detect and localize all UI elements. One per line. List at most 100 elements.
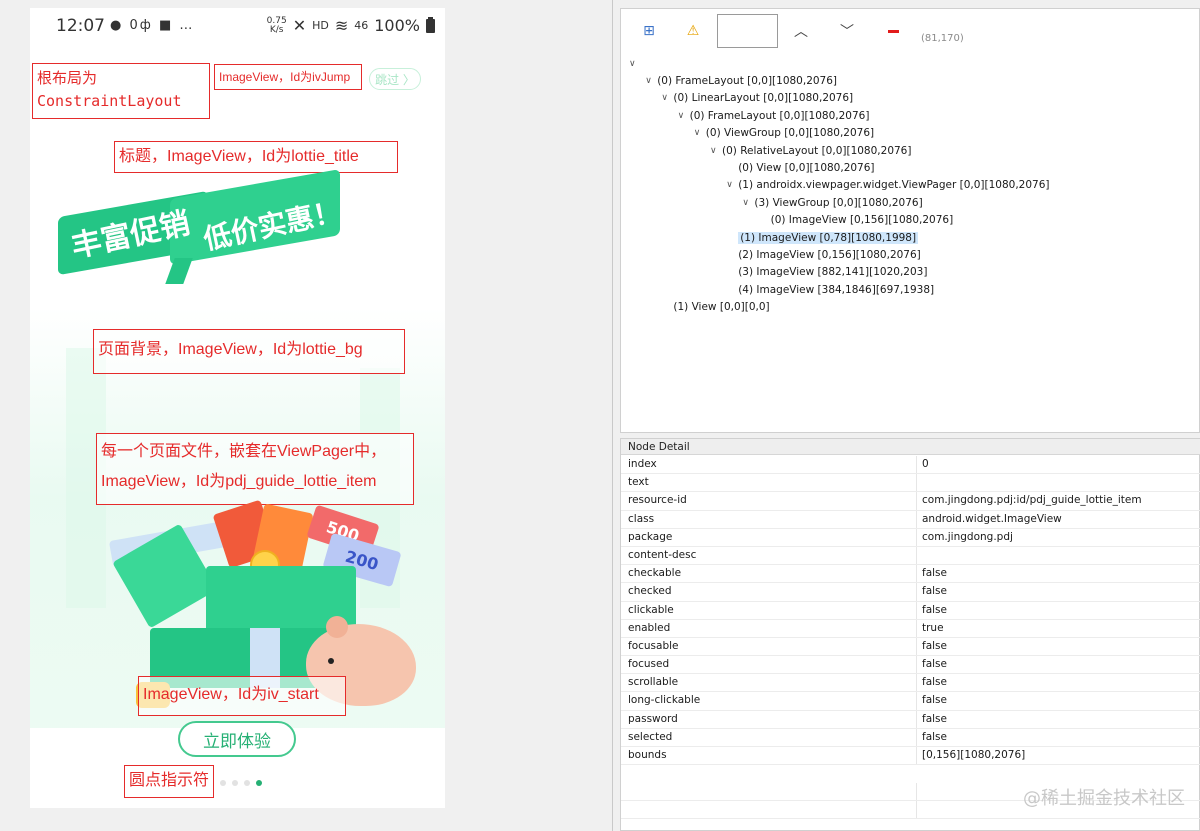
watermark: @稀土掘金技术社区 <box>1023 788 1185 809</box>
screenshot-icon[interactable]: ⊞ <box>637 19 661 43</box>
detail-key: enabled <box>628 621 671 634</box>
column-divider <box>916 528 917 546</box>
warning-icon[interactable]: ⚠ <box>681 19 705 43</box>
tree-node[interactable]: ∨ (0) RelativeLayout [0,0][1080,2076] <box>710 142 911 159</box>
tree-node[interactable]: (1) View [0,0][0,0] <box>661 299 769 316</box>
detail-row-text[interactable]: text <box>621 474 1200 493</box>
chevron-down-icon[interactable]: ∨ <box>678 111 690 121</box>
detail-row-focusable[interactable]: focusable false <box>621 637 1200 657</box>
node-detail-header: Node Detail <box>621 439 1200 455</box>
column-divider <box>916 656 917 674</box>
tree-node[interactable]: (2) ImageView [0,156][1080,2076] <box>726 246 921 263</box>
annotation-item-line2: ImageView，Id为pdj_guide_lottie_item <box>101 473 377 490</box>
column-divider <box>916 728 917 746</box>
detail-key: resource-id <box>628 494 687 507</box>
detail-row-bounds[interactable]: bounds [0,156][1080,2076] <box>621 747 1200 766</box>
column-divider <box>916 583 917 601</box>
tree-node-label: (0) ViewGroup [0,0][1080,2076] <box>705 127 875 140</box>
tree-node-label: (0) LinearLayout [0,0][1080,2076] <box>673 92 854 105</box>
annotation-root-line2: ConstraintLayout <box>37 92 182 110</box>
detail-row-class[interactable]: class android.widget.ImageView <box>621 510 1200 529</box>
column-divider <box>916 456 917 474</box>
tree-node[interactable]: ∨ (0) LinearLayout [0,0][1080,2076] <box>661 90 853 107</box>
tree-node-label: (0) View [0,0][1080,2076] <box>738 161 875 174</box>
chevron-down-icon[interactable]: ∨ <box>710 146 722 156</box>
chevron-down-icon[interactable]: ∨ <box>694 128 706 138</box>
annotation-root-layout: 根布局为 ConstraintLayout <box>32 63 210 119</box>
chevron-down-icon[interactable]: ∨ <box>661 93 673 103</box>
detail-row-package[interactable]: package com.jingdong.pdj <box>621 528 1200 547</box>
detail-value: false <box>922 585 947 598</box>
tree-node[interactable]: (3) ImageView [882,141][1020,203] <box>726 264 927 281</box>
tree-node-label: (4) ImageView [384,1846][697,1938] <box>738 283 935 296</box>
column-divider <box>916 565 917 583</box>
chevron-up-icon[interactable]: ︿ <box>789 19 813 43</box>
promo-title-image: 丰富促销 低价实惠！ <box>52 169 352 296</box>
chevron-down-icon[interactable]: ∨ <box>742 198 754 208</box>
detail-row-long-clickable[interactable]: long-clickable false <box>621 692 1200 711</box>
skip-button[interactable]: 跳过 〉 <box>369 68 421 90</box>
node-detail-panel: Node Detail index 0 text resource-id com.jin… <box>620 438 1200 831</box>
hierarchy-panel: ⊞ ⚠ ︿ ﹀ (81,170) ∨ ∨ (0) FrameLayout [0,0]… <box>620 8 1200 433</box>
start-experience-button[interactable]: 立即体验 <box>178 721 296 757</box>
search-input[interactable] <box>717 14 778 48</box>
status-right-group: 0.75 K/s ✕ HD ≋ 46 100% <box>267 16 435 35</box>
chevron-down-icon[interactable]: ﹀ <box>835 19 859 43</box>
tree-node-selected[interactable]: (1) ImageView [0,78][1080,1998] <box>726 229 919 246</box>
tree-node[interactable]: (0) View [0,0][1080,2076] <box>726 159 874 176</box>
detail-row-index[interactable]: index 0 <box>621 456 1200 475</box>
detail-key: class <box>628 512 655 525</box>
tree-node[interactable]: ∨ <box>629 55 641 72</box>
indicator-dot <box>232 780 238 786</box>
detail-row-resource-id[interactable]: resource-id com.jingdong.pdj:id/pdj_guide… <box>621 492 1200 511</box>
detail-row-clickable[interactable]: clickable false <box>621 601 1200 620</box>
tree-node[interactable]: (4) ImageView [384,1846][697,1938] <box>726 281 934 298</box>
detail-key: focused <box>628 658 670 671</box>
tree-node-label: (0) FrameLayout [0,0][1080,2076] <box>657 74 838 87</box>
indicator-dot <box>244 780 250 786</box>
detail-value: false <box>922 676 947 689</box>
detail-row-scrollable[interactable]: scrollable false <box>621 674 1200 693</box>
chevron-down-icon[interactable]: ∨ <box>726 180 738 190</box>
chevron-down-icon[interactable]: ∨ <box>629 59 641 69</box>
detail-key: package <box>628 530 673 543</box>
column-divider <box>916 492 917 510</box>
indicator-dot-active <box>256 780 262 786</box>
detail-value: false <box>922 712 947 725</box>
chevron-down-icon[interactable]: ∨ <box>645 76 657 86</box>
detail-value: com.jingdong.pdj:id/pdj_guide_lottie_ite… <box>922 494 1142 507</box>
detail-value: false <box>922 567 947 580</box>
battery-icon <box>426 16 435 33</box>
phone-screen[interactable]: 12:07 ● 0ф ■ … 0.75 K/s ✕ HD ≋ 46 100% 根… <box>30 8 445 808</box>
detail-row-checkable[interactable]: checkable false <box>621 565 1200 584</box>
tree-node[interactable]: ∨ (0) ViewGroup [0,0][1080,2076] <box>694 125 874 142</box>
node-detail-table: index 0 text resource-id com.jingdong.pdj:id… <box>621 456 1200 766</box>
detail-value: false <box>922 730 947 743</box>
promo-bubble-tail <box>165 258 193 284</box>
detail-row-focused[interactable]: focused false <box>621 656 1200 675</box>
column-divider <box>916 510 917 528</box>
battery-text: 100% <box>374 16 420 35</box>
detail-row-password[interactable]: password false <box>621 710 1200 729</box>
uiautomator-viewer-window: 12:07 ● 0ф ■ … 0.75 K/s ✕ HD ≋ 46 100% 根… <box>0 0 1200 831</box>
tree-node[interactable]: (0) ImageView [0,156][1080,2076] <box>759 212 954 229</box>
tree-node[interactable]: ∨ (1) androidx.viewpager.widget.ViewPager… <box>726 177 1049 194</box>
detail-value: [0,156][1080,2076] <box>922 749 1026 761</box>
detail-key: focusable <box>628 639 679 652</box>
detail-row-enabled[interactable]: enabled true <box>621 619 1200 638</box>
network-speed: 0.75 K/s <box>267 16 287 35</box>
detail-row-checked[interactable]: checked false <box>621 583 1200 602</box>
tree-node[interactable]: ∨ (0) FrameLayout [0,0][1080,2076] <box>645 72 837 89</box>
detail-key: clickable <box>628 603 674 616</box>
detail-key: text <box>628 476 649 489</box>
detail-key: checkable <box>628 567 682 580</box>
minus-icon[interactable] <box>881 19 905 43</box>
tree-node[interactable]: ∨ (0) FrameLayout [0,0][1080,2076] <box>678 107 870 124</box>
tree-node[interactable]: ∨ (3) ViewGroup [0,0][1080,2076] <box>742 194 922 211</box>
detail-row-selected[interactable]: selected false <box>621 728 1200 747</box>
detail-key: long-clickable <box>628 694 701 707</box>
detail-key: checked <box>628 585 672 598</box>
piggy-eye <box>328 658 334 664</box>
annotation-root-line1: 根布局为 <box>37 70 98 87</box>
detail-row-content-desc[interactable]: content-desc <box>621 546 1200 566</box>
